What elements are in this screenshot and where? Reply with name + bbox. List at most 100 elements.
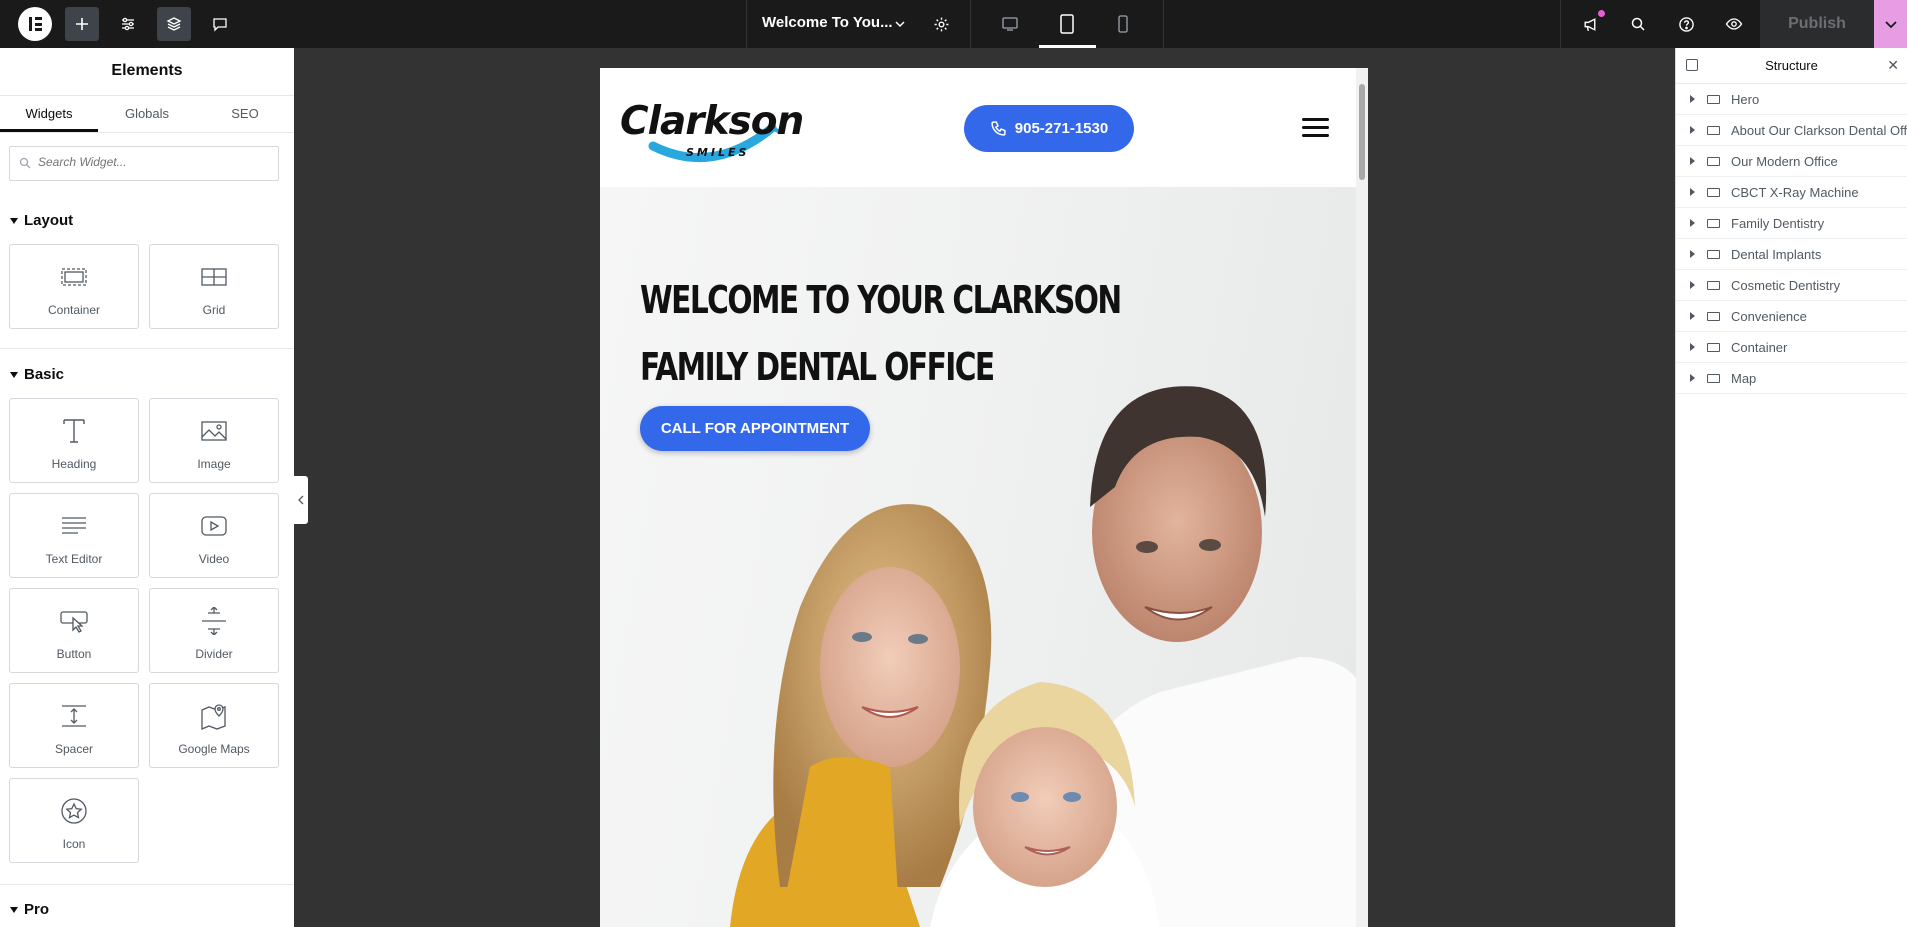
- preview-scrollbar[interactable]: [1356, 68, 1368, 927]
- site-logo[interactable]: Clarkson SMILES: [618, 90, 804, 170]
- image-icon: [201, 421, 227, 441]
- chevron-down-icon: [1884, 21, 1897, 29]
- widget-label: Icon: [62, 837, 86, 851]
- caret-right-icon[interactable]: [1690, 343, 1695, 351]
- divider-icon: [202, 607, 226, 635]
- category-label: Basic: [24, 366, 65, 383]
- widget-heading[interactable]: Heading: [9, 398, 139, 483]
- tree-item-family-dentistry[interactable]: Family Dentistry: [1676, 208, 1907, 239]
- chevron-down-icon: [895, 21, 905, 28]
- button-icon: [60, 611, 88, 633]
- search-icon: [19, 157, 31, 169]
- desktop-device-button[interactable]: [993, 7, 1027, 41]
- widget-label: Text Editor: [45, 552, 103, 566]
- caret-right-icon[interactable]: [1690, 312, 1695, 320]
- grid-icon: [201, 268, 227, 286]
- tree-item-label: Our Modern Office: [1731, 153, 1838, 169]
- mobile-icon: [1118, 15, 1128, 33]
- hero-heading-line: WELCOME TO YOUR CLARKSON: [640, 278, 1122, 322]
- collapse-panel-button[interactable]: [294, 476, 308, 524]
- elementor-logo-icon[interactable]: [18, 7, 52, 41]
- menu-icon[interactable]: [1302, 118, 1329, 138]
- tab-seo[interactable]: SEO: [196, 96, 294, 132]
- panel-tabs: Widgets Globals SEO: [0, 96, 294, 133]
- preview-button[interactable]: [1717, 7, 1751, 41]
- settings-sliders-icon: [122, 17, 134, 31]
- widget-spacer[interactable]: Spacer: [9, 683, 139, 768]
- tree-item-cbct[interactable]: CBCT X-Ray Machine: [1676, 177, 1907, 208]
- widget-container[interactable]: Container: [9, 244, 139, 329]
- category-label: Pro: [24, 901, 50, 918]
- caret-down-icon: [10, 217, 18, 224]
- caret-right-icon[interactable]: [1690, 126, 1695, 134]
- search-input[interactable]: [38, 155, 268, 169]
- tree-item-label: Hero: [1731, 91, 1760, 107]
- tree-item-label: CBCT X-Ray Machine: [1731, 184, 1859, 200]
- category-basic[interactable]: Basic: [10, 366, 64, 383]
- tree-item-cosmetic[interactable]: Cosmetic Dentistry: [1676, 270, 1907, 301]
- tree-item-dental-implants[interactable]: Dental Implants: [1676, 239, 1907, 270]
- active-device-indicator: [1039, 45, 1096, 48]
- tree-item-container[interactable]: Container: [1676, 332, 1907, 363]
- tablet-icon: [1060, 14, 1074, 34]
- widget-search[interactable]: [9, 146, 279, 181]
- widget-grid[interactable]: Grid: [149, 244, 279, 329]
- caret-right-icon[interactable]: [1690, 157, 1695, 165]
- caret-right-icon[interactable]: [1690, 219, 1695, 227]
- widget-button[interactable]: Button: [9, 588, 139, 673]
- tab-widgets[interactable]: Widgets: [0, 96, 98, 132]
- tree-item-modern-office[interactable]: Our Modern Office: [1676, 146, 1907, 177]
- tree-item-label: Map: [1731, 370, 1757, 386]
- preview-eye-icon: [1725, 18, 1743, 30]
- tab-globals[interactable]: Globals: [98, 96, 196, 132]
- tree-item-map[interactable]: Map: [1676, 363, 1907, 394]
- structure-button[interactable]: [157, 7, 191, 41]
- publish-options-button[interactable]: [1874, 0, 1907, 48]
- spacer-icon: [62, 705, 86, 727]
- widget-divider[interactable]: Divider: [149, 588, 279, 673]
- widget-text-editor[interactable]: Text Editor: [9, 493, 139, 578]
- widget-video[interactable]: Video: [149, 493, 279, 578]
- document-menu-button[interactable]: [883, 7, 917, 41]
- document-title[interactable]: Welcome To You...: [762, 14, 893, 31]
- text-editor-icon: [62, 517, 86, 534]
- search-button[interactable]: [1621, 7, 1655, 41]
- divider: [0, 348, 294, 349]
- container-icon: [1707, 125, 1720, 135]
- category-pro[interactable]: Pro: [10, 901, 49, 918]
- notes-button[interactable]: [203, 7, 237, 41]
- structure-panel: Structure ✕ Hero About Our Clarkson Dent…: [1675, 48, 1907, 927]
- add-element-button[interactable]: [65, 7, 99, 41]
- search-icon: [1631, 17, 1645, 31]
- tree-item-hero[interactable]: Hero: [1676, 84, 1907, 115]
- video-icon: [201, 516, 227, 536]
- caret-right-icon[interactable]: [1690, 281, 1695, 289]
- phone-button[interactable]: 905-271-1530: [964, 105, 1134, 152]
- tablet-device-button[interactable]: [1050, 7, 1084, 41]
- comments-icon: [213, 18, 227, 32]
- scrollbar-thumb[interactable]: [1359, 84, 1365, 180]
- call-for-appointment-button[interactable]: CALL FOR APPOINTMENT: [640, 406, 870, 451]
- tree-item-about[interactable]: About Our Clarkson Dental Offi...: [1676, 115, 1907, 146]
- widget-label: Video: [198, 552, 230, 566]
- category-layout[interactable]: Layout: [10, 212, 73, 229]
- page-settings-button[interactable]: [924, 7, 958, 41]
- publish-button[interactable]: Publish: [1760, 0, 1874, 48]
- caret-right-icon[interactable]: [1690, 95, 1695, 103]
- widget-label: Heading: [51, 457, 97, 471]
- widget-icon[interactable]: Icon: [9, 778, 139, 863]
- container-icon: [1707, 311, 1720, 321]
- site-settings-button[interactable]: [111, 7, 145, 41]
- hero-heading: WELCOME TO YOUR CLARKSON FAMILY DENTAL O…: [640, 267, 1122, 401]
- caret-right-icon[interactable]: [1690, 250, 1695, 258]
- tree-item-convenience[interactable]: Convenience: [1676, 301, 1907, 332]
- widget-image[interactable]: Image: [149, 398, 279, 483]
- help-button[interactable]: [1669, 7, 1703, 41]
- widget-google-maps[interactable]: Google Maps: [149, 683, 279, 768]
- tree-item-label: Convenience: [1731, 308, 1807, 324]
- close-icon[interactable]: ✕: [1887, 57, 1899, 74]
- mobile-device-button[interactable]: [1106, 7, 1140, 41]
- caret-right-icon[interactable]: [1690, 374, 1695, 382]
- caret-right-icon[interactable]: [1690, 188, 1695, 196]
- widget-label: Button: [56, 647, 92, 661]
